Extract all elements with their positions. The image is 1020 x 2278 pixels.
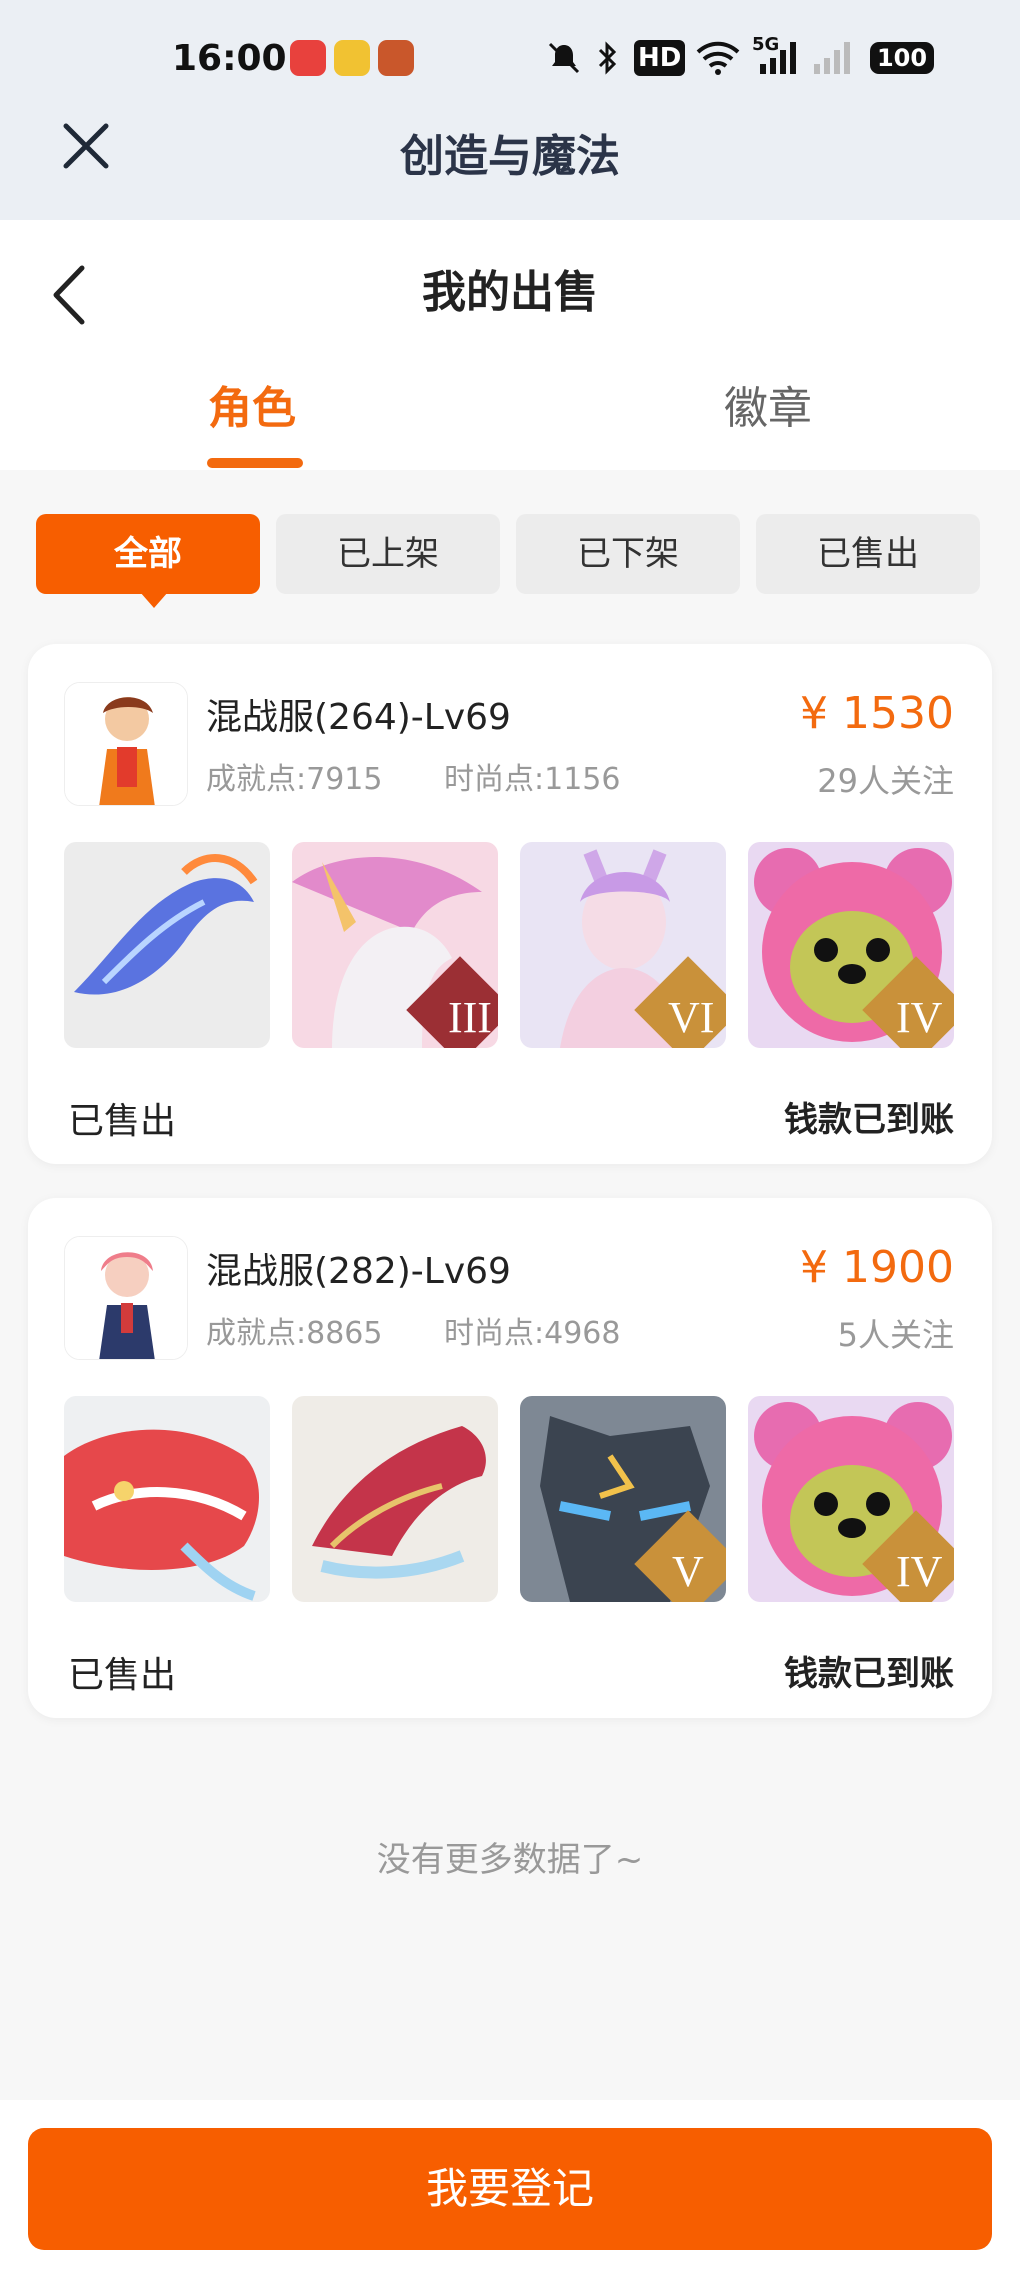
tab-role[interactable]: 角色 — [208, 372, 296, 436]
wifi-icon — [696, 41, 740, 75]
sale-page: 我的出售 角色 徽章 全部 已上架 已下架 已售出 混战服(264)-Lv69 … — [0, 220, 1020, 2278]
listing-card[interactable]: 混战服(282)-Lv69 成就点:8865 时尚点:4968 ¥ 1900 5… — [28, 1198, 992, 1718]
pet-thumbnail: V — [520, 1396, 726, 1602]
pet-thumbnail: IV — [748, 842, 954, 1048]
listing-price: ¥ 1530 — [800, 688, 954, 739]
video-app-icon — [290, 40, 326, 76]
tab-badge[interactable]: 徽章 — [724, 372, 812, 436]
status-time: 16:00 — [172, 38, 287, 79]
filter-sold[interactable]: 已售出 — [756, 514, 980, 594]
character-avatar — [64, 682, 188, 806]
pet-thumbnail — [64, 1396, 270, 1602]
pet-thumbnails: III VI IV — [64, 842, 956, 1048]
payment-status: 钱款已到账 — [784, 1654, 954, 1694]
tier-badge: VI — [668, 993, 714, 1042]
app-title: 创造与魔法 — [400, 131, 620, 182]
pet-thumbnail — [64, 842, 270, 1048]
signal-icon — [760, 42, 796, 74]
fashion-points: 时尚点:4968 — [444, 1316, 621, 1351]
battery-indicator: 100 — [870, 42, 934, 74]
status-bar: 16:00 HD 5G 100 — [0, 30, 1020, 90]
register-button[interactable]: 我要登记 — [28, 2128, 992, 2250]
filter-listed[interactable]: 已上架 — [276, 514, 500, 594]
signal-secondary-icon — [814, 42, 850, 74]
pet-thumbnails: V IV — [64, 1396, 956, 1602]
follower-count: 5人关注 — [837, 1316, 954, 1354]
achievement-points: 成就点:8865 — [206, 1316, 383, 1351]
game-app-icon — [334, 40, 370, 76]
sale-status: 已售出 — [68, 1655, 177, 1696]
achievement-points: 成就点:7915 — [206, 762, 383, 797]
pet-thumbnail: VI — [520, 842, 726, 1048]
fashion-points: 时尚点:1156 — [444, 762, 621, 797]
active-tab-indicator — [207, 458, 303, 468]
page-header: 我的出售 角色 徽章 — [0, 220, 1020, 470]
tier-badge: III — [448, 993, 492, 1042]
listing-title: 混战服(264)-Lv69 — [206, 697, 511, 738]
listing-title: 混战服(282)-Lv69 — [206, 1251, 511, 1292]
hero-app-icon — [378, 40, 414, 76]
pet-thumbnail: III — [292, 842, 498, 1048]
follower-count: 29人关注 — [817, 762, 954, 800]
character-avatar — [64, 1236, 188, 1360]
mute-bell-icon — [548, 42, 580, 74]
filter-all[interactable]: 全部 — [36, 514, 260, 608]
tier-badge: IV — [896, 1547, 943, 1596]
pet-thumbnail — [292, 1396, 498, 1602]
pet-thumbnail: IV — [748, 1396, 954, 1602]
filter-chips: 全部 已上架 已下架 已售出 — [36, 514, 984, 608]
page-title: 我的出售 — [422, 267, 598, 318]
bluetooth-icon — [598, 41, 617, 75]
hd-badge: HD — [634, 40, 686, 76]
listing-card[interactable]: 混战服(264)-Lv69 成就点:7915 时尚点:1156 ¥ 1530 2… — [28, 644, 992, 1164]
tier-badge: V — [672, 1547, 704, 1596]
app-header: 16:00 HD 5G 100 创造与魔法 — [0, 0, 1020, 220]
listing-price: ¥ 1900 — [800, 1242, 954, 1293]
tier-badge: IV — [896, 993, 943, 1042]
payment-status: 钱款已到账 — [784, 1100, 954, 1140]
sale-status: 已售出 — [68, 1101, 177, 1142]
bottom-bar: 我要登记 — [0, 2100, 1020, 2278]
listing-stats: 成就点:7915 时尚点:1156 — [206, 754, 672, 798]
listing-stats: 成就点:8865 时尚点:4968 — [206, 1308, 672, 1352]
end-of-list-text: 没有更多数据了~ — [376, 1840, 644, 1880]
filter-delisted[interactable]: 已下架 — [516, 514, 740, 594]
